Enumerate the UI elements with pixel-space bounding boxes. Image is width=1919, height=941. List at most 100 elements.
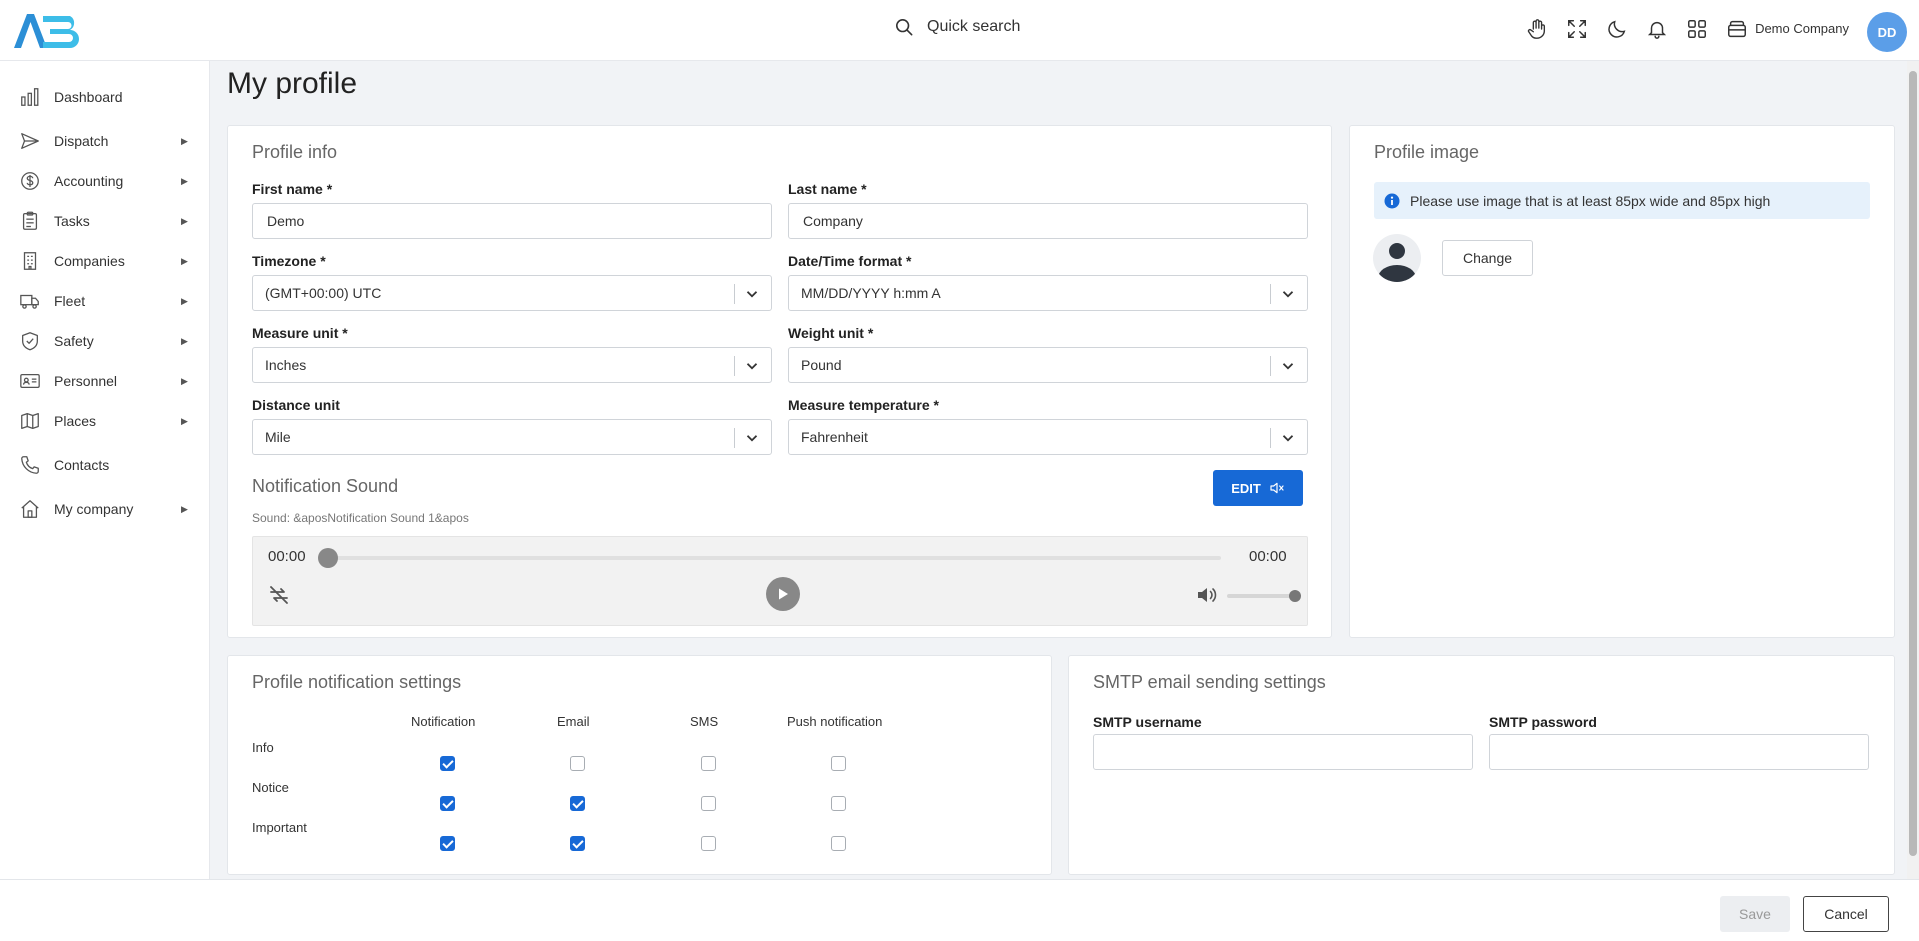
measure-temperature-select[interactable]: Fahrenheit	[788, 419, 1308, 455]
search-icon	[895, 18, 913, 36]
profile-info-title: Profile info	[252, 142, 338, 162]
sidebar-item-label: Safety	[54, 333, 94, 349]
caret-right-icon: ▶	[181, 503, 188, 514]
volume-track[interactable]	[1227, 594, 1295, 598]
edit-sound-label: EDIT	[1231, 480, 1261, 496]
row-label-important: Important	[252, 820, 307, 835]
chevron-down-icon[interactable]	[743, 429, 761, 447]
fullscreen-icon[interactable]	[1565, 17, 1589, 41]
user-avatar[interactable]: DD	[1867, 12, 1907, 52]
sidebar-item-safety[interactable]: Safety ▶	[0, 324, 210, 358]
quick-search[interactable]: Quick search	[895, 18, 1020, 36]
sidebar-item-contacts[interactable]: Contacts	[0, 448, 210, 482]
notification-checkbox[interactable]	[570, 796, 585, 811]
form-footer: Save Cancel	[0, 879, 1919, 941]
profile-image-card: Profile image Please use image that is a…	[1349, 125, 1895, 638]
datetime-format-value: MM/DD/YYYY h:mm A	[801, 285, 941, 301]
hand-icon[interactable]	[1525, 17, 1549, 41]
smtp-password-input[interactable]	[1502, 743, 1868, 761]
volume-thumb[interactable]	[1289, 590, 1301, 602]
select-divider	[1270, 428, 1271, 448]
notification-checkbox[interactable]	[701, 836, 716, 851]
bell-icon[interactable]	[1645, 17, 1669, 41]
last-name-label: Last name *	[788, 181, 867, 197]
distance-unit-select[interactable]: Mile	[252, 419, 772, 455]
save-button[interactable]: Save	[1720, 896, 1790, 932]
apps-grid-icon[interactable]	[1685, 17, 1709, 41]
timezone-select[interactable]: (GMT+00:00) UTC	[252, 275, 772, 311]
notification-checkbox[interactable]	[701, 796, 716, 811]
sidebar-item-label: Dashboard	[54, 89, 123, 105]
first-name-field[interactable]	[252, 203, 772, 239]
select-divider	[1270, 356, 1271, 376]
select-divider	[1270, 284, 1271, 304]
caret-right-icon: ▶	[181, 175, 188, 186]
chevron-down-icon[interactable]	[743, 357, 761, 375]
notification-checkbox[interactable]	[831, 756, 846, 771]
last-name-input[interactable]	[801, 212, 1307, 230]
sidebar-item-tasks[interactable]: Tasks ▶	[0, 204, 210, 238]
caret-right-icon: ▶	[181, 375, 188, 386]
measure-unit-select[interactable]: Inches	[252, 347, 772, 383]
notification-checkbox[interactable]	[831, 796, 846, 811]
app-logo[interactable]	[12, 10, 80, 50]
sidebar-item-my-company[interactable]: My company ▶	[0, 492, 210, 526]
seek-thumb[interactable]	[318, 548, 338, 568]
select-divider	[734, 356, 735, 376]
sidebar-item-companies[interactable]: Companies ▶	[0, 244, 210, 278]
sidebar-item-personnel[interactable]: Personnel ▶	[0, 364, 210, 398]
repeat-off-icon[interactable]	[267, 583, 291, 607]
first-name-input[interactable]	[265, 212, 771, 230]
sidebar-item-label: Accounting	[54, 173, 124, 189]
company-name[interactable]: Demo Company	[1755, 21, 1849, 36]
edit-sound-button[interactable]: EDIT	[1213, 470, 1303, 506]
sidebar-item-accounting[interactable]: Accounting ▶	[0, 164, 210, 198]
mute-icon	[1270, 482, 1284, 494]
change-image-button[interactable]: Change	[1442, 240, 1533, 276]
seek-track[interactable]	[328, 556, 1221, 560]
sidebar-item-label: Contacts	[54, 457, 110, 473]
current-time: 00:00	[268, 548, 306, 565]
smtp-password-field[interactable]	[1489, 734, 1869, 770]
weight-unit-select[interactable]: Pound	[788, 347, 1308, 383]
sidebar-item-fleet[interactable]: Fleet ▶	[0, 284, 210, 318]
notification-checkbox[interactable]	[701, 756, 716, 771]
notification-checkbox[interactable]	[570, 836, 585, 851]
sidebar-item-places[interactable]: Places ▶	[0, 404, 210, 438]
clipboard-icon	[18, 209, 42, 233]
chevron-down-icon[interactable]	[1279, 285, 1297, 303]
image-size-info-text: Please use image that is at least 85px w…	[1410, 192, 1771, 209]
notification-checkbox[interactable]	[440, 836, 455, 851]
moon-icon[interactable]	[1605, 17, 1629, 41]
top-bar: Quick search Demo Company DD	[0, 0, 1919, 61]
notification-checkbox[interactable]	[831, 836, 846, 851]
cancel-button[interactable]: Cancel	[1803, 896, 1889, 932]
chevron-down-icon[interactable]	[1279, 357, 1297, 375]
wallet-icon[interactable]	[1725, 17, 1749, 41]
volume-icon[interactable]	[1195, 583, 1219, 607]
smtp-settings-card: SMTP email sending settings SMTP usernam…	[1068, 655, 1895, 875]
select-divider	[734, 284, 735, 304]
chevron-down-icon[interactable]	[743, 285, 761, 303]
sidebar-item-dispatch[interactable]: Dispatch ▶	[0, 124, 210, 158]
duration-time: 00:00	[1249, 548, 1287, 565]
measure-unit-label: Measure unit *	[252, 325, 348, 341]
smtp-username-input[interactable]	[1106, 743, 1472, 761]
play-button[interactable]	[766, 577, 800, 611]
notification-checkbox[interactable]	[570, 756, 585, 771]
chevron-down-icon[interactable]	[1279, 429, 1297, 447]
phone-icon	[18, 453, 42, 477]
datetime-format-select[interactable]: MM/DD/YYYY h:mm A	[788, 275, 1308, 311]
sidebar-item-dashboard[interactable]: Dashboard	[0, 80, 210, 114]
measure-temperature-label: Measure temperature *	[788, 397, 939, 413]
smtp-username-field[interactable]	[1093, 734, 1473, 770]
weight-unit-value: Pound	[801, 357, 842, 373]
main-content: My profile Profile info First name * Las…	[211, 61, 1901, 879]
notification-settings-card: Profile notification settings Notificati…	[227, 655, 1052, 875]
scrollbar-thumb[interactable]	[1909, 71, 1917, 856]
column-header-push: Push notification	[787, 714, 883, 729]
page-scrollbar[interactable]	[1907, 61, 1919, 879]
notification-checkbox[interactable]	[440, 756, 455, 771]
last-name-field[interactable]	[788, 203, 1308, 239]
notification-checkbox[interactable]	[440, 796, 455, 811]
